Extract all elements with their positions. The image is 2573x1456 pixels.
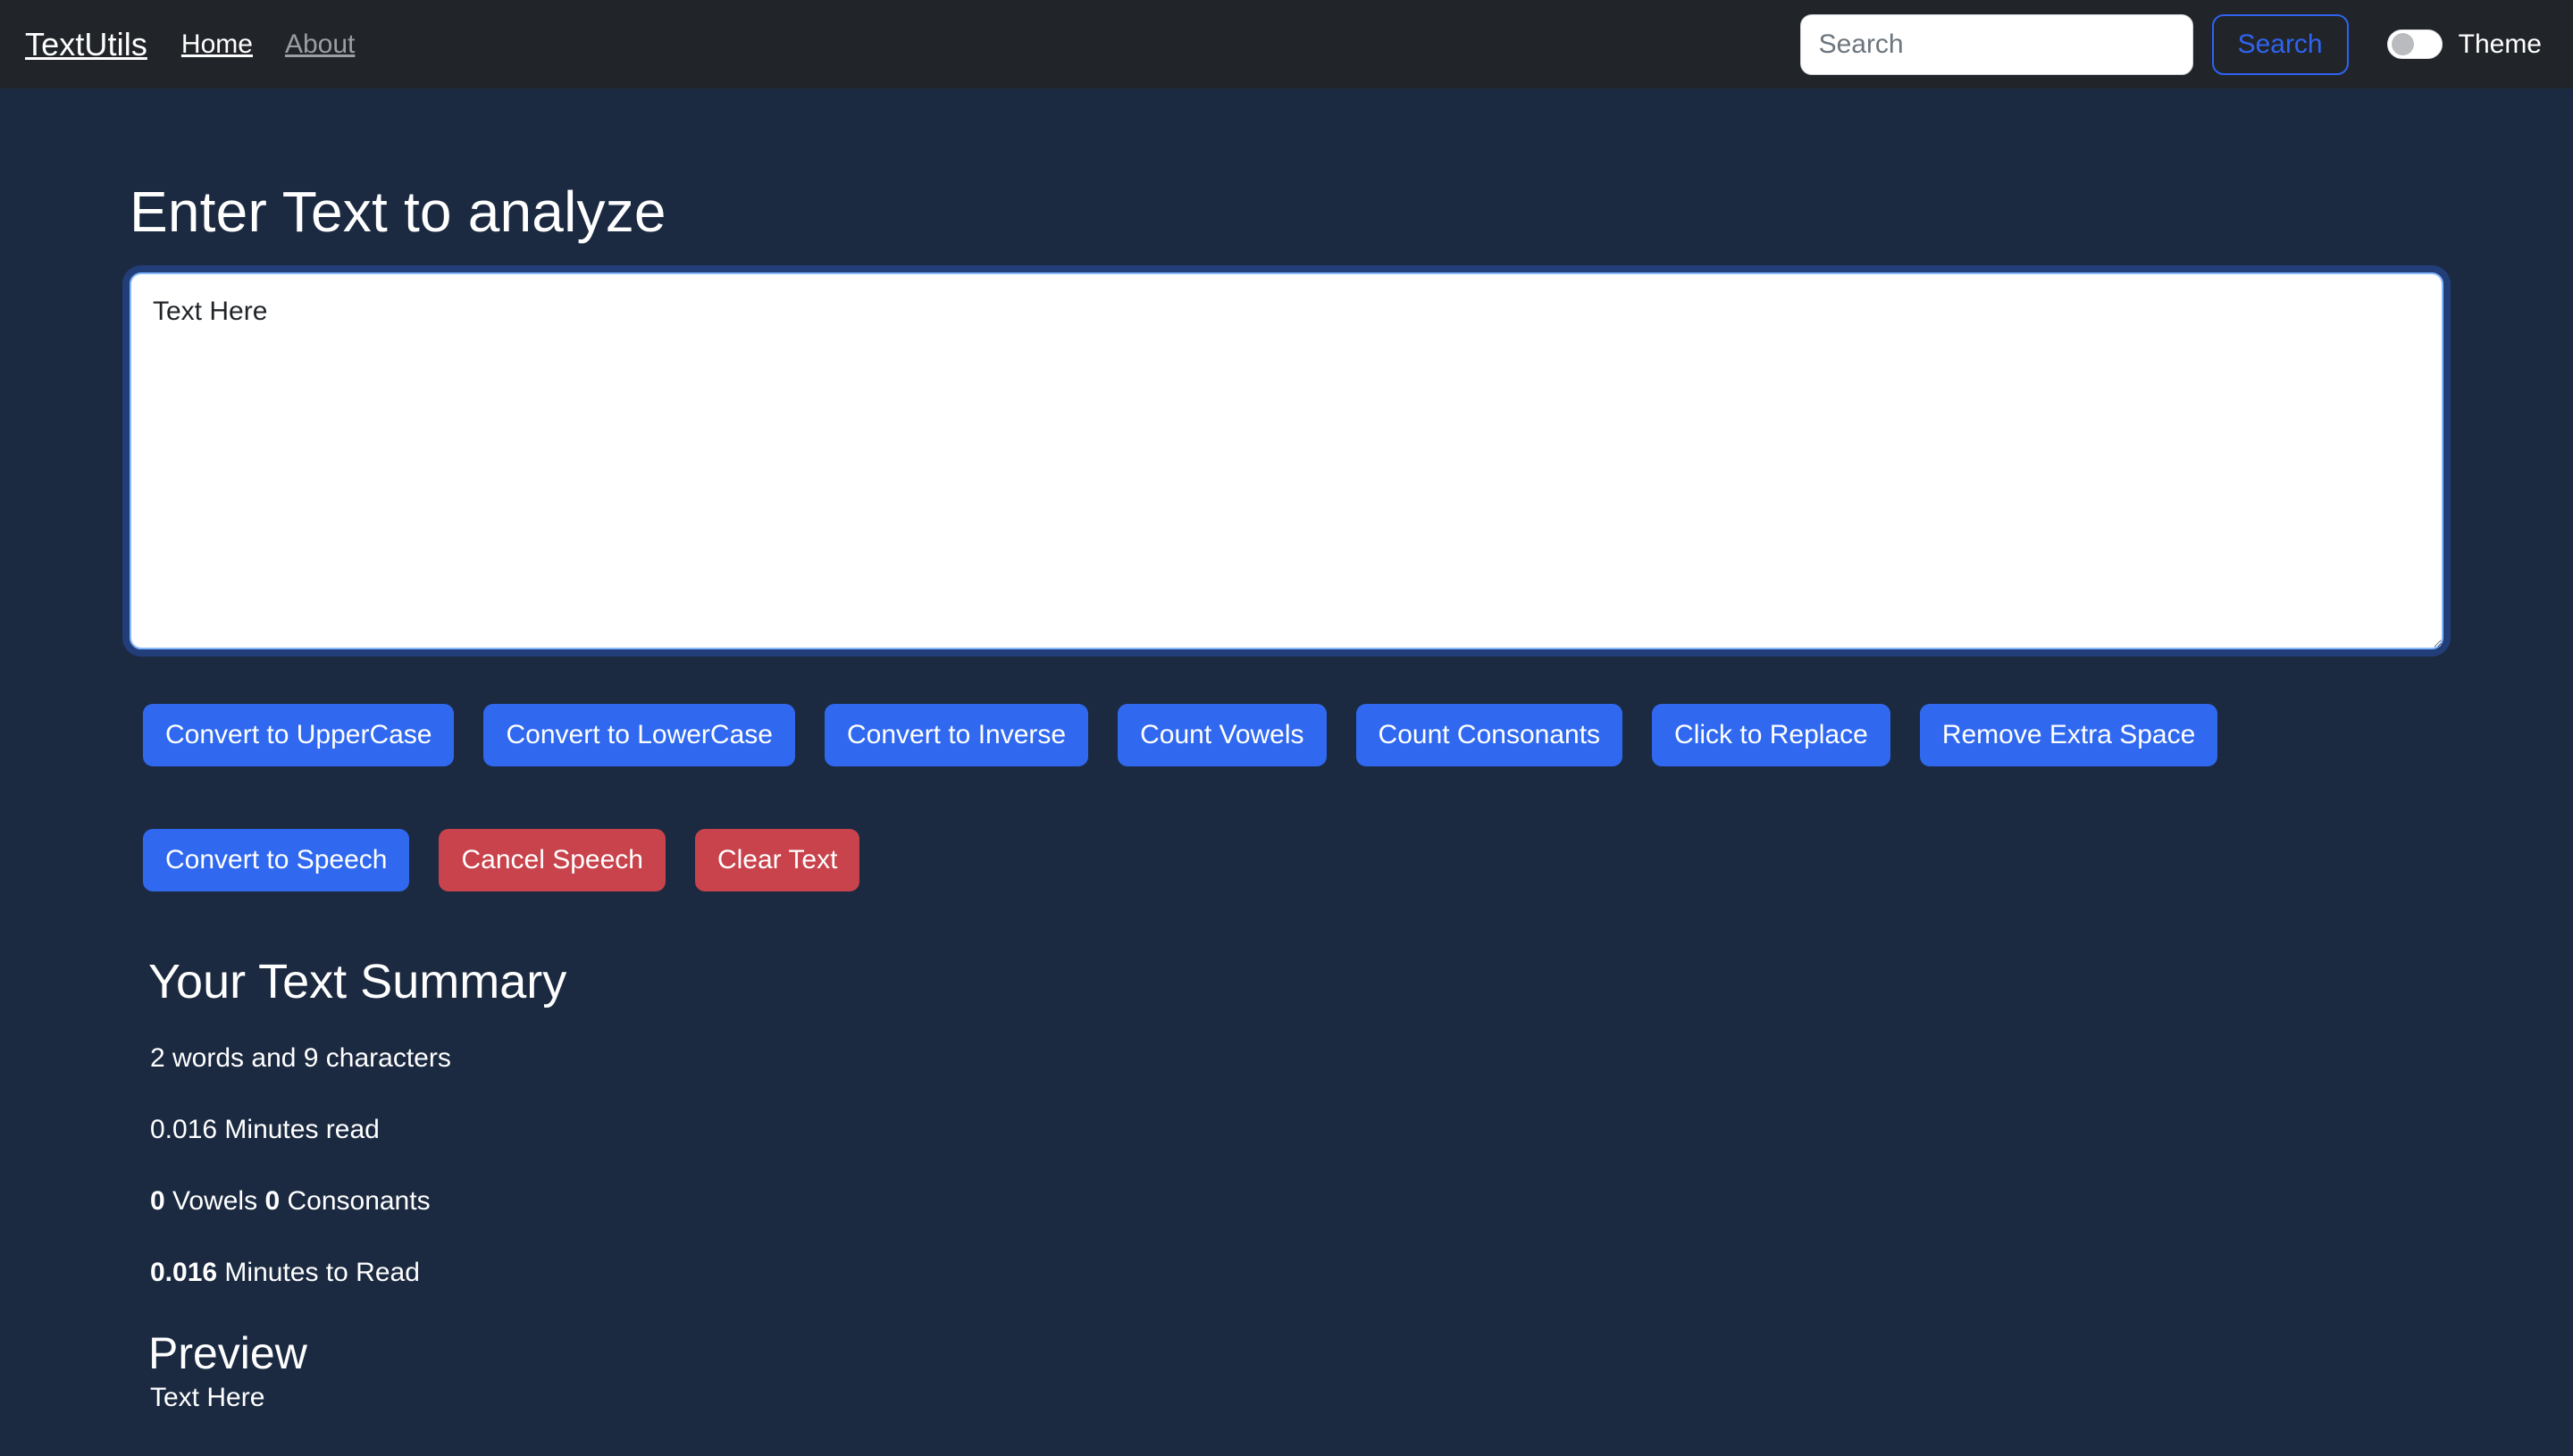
convert-to-lowercase-button[interactable]: Convert to LowerCase [483, 704, 795, 766]
vowels-count: 0 [150, 1186, 165, 1216]
theme-toggle-label: Theme [2458, 29, 2542, 59]
text-input-textarea[interactable] [130, 272, 2443, 649]
theme-toggle-switch[interactable] [2386, 29, 2443, 59]
preview-text: Text Here [150, 1383, 265, 1412]
minutes-to-read-value: 0.016 [150, 1258, 218, 1287]
vowels-label: Vowels [172, 1186, 258, 1216]
nav-link-home[interactable]: Home [181, 30, 253, 58]
navbar-brand[interactable]: TextUtils [25, 28, 147, 61]
navbar-right: Search Theme [1799, 13, 2542, 75]
stat-vowels-consonants: 0 Vowels 0 Consonants [150, 1188, 431, 1215]
navbar: TextUtils Home About Search Theme [0, 0, 2573, 88]
minutes-to-read-label: Minutes to Read [224, 1258, 420, 1287]
count-consonants-button[interactable]: Count Consonants [1355, 704, 1623, 766]
theme-toggle-group: Theme [2386, 29, 2542, 59]
preview-title: Preview [148, 1328, 307, 1378]
consonants-label: Consonants [287, 1186, 431, 1216]
stat-minutes-read: 0.016 Minutes read [150, 1115, 380, 1144]
consonants-count: 0 [264, 1186, 281, 1216]
nav-link-about[interactable]: About [285, 30, 355, 58]
action-buttons-row-1: Convert to UpperCase Convert to LowerCas… [143, 704, 2247, 766]
summary-title: Your Text Summary [148, 955, 567, 1008]
search-button[interactable]: Search [2211, 13, 2349, 75]
count-vowels-button[interactable]: Count Vowels [1118, 704, 1327, 766]
clear-text-button[interactable]: Clear Text [694, 829, 860, 891]
stat-minutes-to-read: 0.016 Minutes to Read [150, 1259, 420, 1286]
click-to-replace-button[interactable]: Click to Replace [1652, 704, 1890, 766]
convert-to-uppercase-button[interactable]: Convert to UpperCase [143, 704, 455, 766]
convert-to-inverse-button[interactable]: Convert to Inverse [824, 704, 1089, 766]
navbar-links: Home About [181, 30, 355, 58]
convert-to-speech-button[interactable]: Convert to Speech [143, 829, 410, 891]
toggle-knob-icon [2391, 33, 2414, 55]
stat-words-characters: 2 words and 9 characters [150, 1043, 451, 1073]
textarea-container [130, 272, 2443, 649]
remove-extra-space-button[interactable]: Remove Extra Space [1919, 704, 2218, 766]
search-input[interactable] [1799, 13, 2193, 75]
cancel-speech-button[interactable]: Cancel Speech [439, 829, 666, 891]
action-buttons-row-2: Convert to Speech Cancel Speech Clear Te… [143, 829, 889, 891]
page-title: Enter Text to analyze [130, 180, 666, 244]
